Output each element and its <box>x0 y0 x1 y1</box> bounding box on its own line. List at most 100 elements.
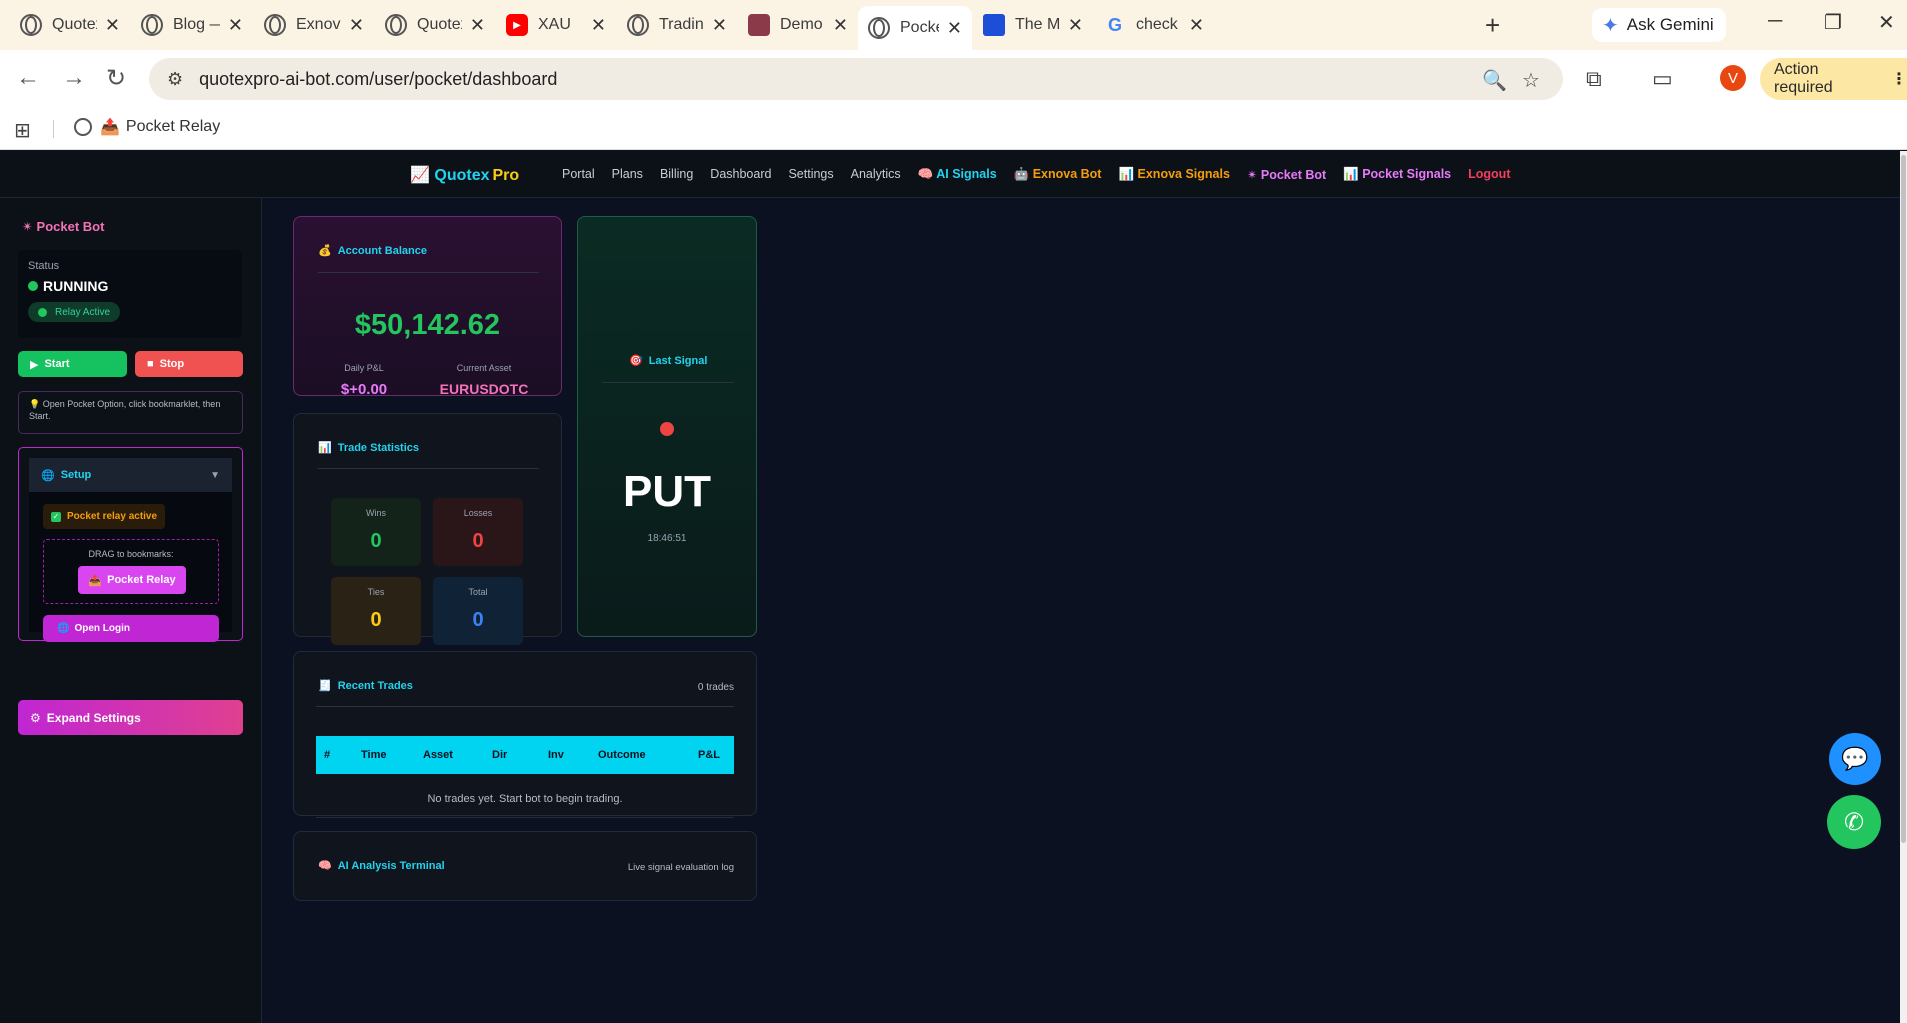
nav-link[interactable]: Dashboard <box>710 167 771 182</box>
browser-tab-bar: Quotex P✕Blog — C✕Exnova T✕Quotex P✕▶XAU… <box>0 0 1907 50</box>
close-tab-icon[interactable]: ✕ <box>228 15 243 36</box>
ties-value: 0 <box>370 609 382 631</box>
column-header: Asset <box>423 749 453 761</box>
browser-tab[interactable]: Quotex P✕ <box>375 8 495 42</box>
browser-tab[interactable]: ▶ XAU ✕ <box>496 8 616 42</box>
action-required-button[interactable]: Action required ⋮ <box>1760 58 1907 100</box>
column-header: Inv <box>548 749 564 761</box>
scrollbar-thumb[interactable] <box>1901 155 1906 843</box>
losses-label: Losses <box>463 508 493 518</box>
ties-label: Ties <box>367 587 385 597</box>
nav-link[interactable]: Settings <box>788 167 833 182</box>
zoom-icon[interactable]: 🔍 <box>1482 68 1507 93</box>
page-scrollbar[interactable] <box>1900 151 1907 1023</box>
globe-icon <box>264 14 286 36</box>
brand-logo[interactable]: 📈 Quotex Pro <box>410 165 519 185</box>
minimize-icon[interactable]: ─ <box>1768 10 1782 33</box>
relay-active-badge: Relay Active <box>28 302 121 322</box>
relay-icon: 📤 <box>100 119 120 136</box>
browser-tab[interactable]: Demo tr✕ <box>738 8 858 42</box>
browser-tab[interactable]: Gcheck in✕ <box>1094 8 1214 42</box>
close-tab-icon[interactable]: ✕ <box>947 18 962 39</box>
site-info-icon[interactable]: ⚙ <box>167 69 183 90</box>
setup-toggle[interactable]: 🌐 Setup ▼ <box>29 458 232 492</box>
drag-label: DRAG to bookmarks: <box>88 549 174 559</box>
close-window-icon[interactable]: ✕ <box>1878 10 1895 35</box>
browser-tab[interactable]: Quotex P✕ <box>10 8 130 42</box>
browser-tab[interactable]: The Mos✕ <box>973 8 1093 42</box>
nav-link[interactable]: 📊 Pocket Signals <box>1343 167 1451 182</box>
wins-label: Wins <box>366 508 386 518</box>
close-tab-icon[interactable]: ✕ <box>1189 15 1204 36</box>
close-tab-icon[interactable]: ✕ <box>833 15 848 36</box>
apps-grid-icon[interactable]: ⊞ <box>14 118 31 143</box>
nav-link[interactable]: 🤖 Exnova Bot <box>1014 167 1102 182</box>
forward-icon[interactable]: → <box>62 64 86 92</box>
expand-settings-button[interactable]: ⚙ Expand Settings <box>18 700 243 735</box>
globe-icon <box>868 17 890 39</box>
extensions-icon[interactable]: ⧉ <box>1586 66 1602 92</box>
browser-tab[interactable]: Pocket C✕ <box>858 6 972 50</box>
start-button[interactable]: ▶ Start <box>18 351 127 377</box>
url-input[interactable]: ⚙ quotexpro-ai-bot.com/user/pocket/dashb… <box>149 58 1563 100</box>
close-tab-icon[interactable]: ✕ <box>591 15 606 36</box>
bookmark-pocket-relay[interactable]: 📤 Pocket Relay <box>74 117 220 137</box>
chat-icon: 💬 <box>1841 746 1869 771</box>
losses-value: 0 <box>472 530 484 552</box>
back-icon[interactable]: ← <box>16 64 40 92</box>
browser-tab[interactable]: Blog — C✕ <box>131 8 253 42</box>
restore-icon[interactable]: ❐ <box>1824 10 1842 35</box>
signal-time: 18:46:51 <box>647 533 687 544</box>
sidebar-title: ✴ Pocket Bot <box>22 219 105 234</box>
current-asset-value: EURUSDOTC <box>439 381 529 397</box>
nav-link[interactable]: Portal <box>562 167 595 182</box>
whatsapp-button[interactable]: ✆ <box>1827 795 1881 849</box>
address-bar-row: ← → ↻ ⚙ quotexpro-ai-bot.com/user/pocket… <box>0 50 1907 108</box>
brain-icon: 🧠 <box>318 860 332 872</box>
total-label: Total <box>468 587 488 597</box>
balance-amount: $50,142.62 <box>354 309 501 341</box>
reload-icon[interactable]: ↻ <box>106 64 126 93</box>
browser-tab[interactable]: Trading✕ <box>617 8 737 42</box>
nav-link[interactable]: Billing <box>660 167 693 182</box>
more-menu-icon[interactable]: ⋮ <box>1891 69 1907 89</box>
open-login-button[interactable]: 🌐 Open Login <box>43 615 219 642</box>
new-tab-button[interactable]: + <box>1485 10 1500 41</box>
bookmark-star-icon[interactable]: ☆ <box>1522 68 1540 93</box>
stop-button[interactable]: ■ Stop <box>135 351 243 377</box>
profile-avatar[interactable]: V <box>1720 65 1746 91</box>
close-tab-icon[interactable]: ✕ <box>712 15 727 36</box>
close-tab-icon[interactable]: ✕ <box>349 15 364 36</box>
lightbulb-icon: 💡 <box>29 399 41 409</box>
nav-link[interactable]: Plans <box>612 167 643 182</box>
card-title: 🎯 Last Signal <box>629 354 708 368</box>
close-tab-icon[interactable]: ✕ <box>105 15 120 36</box>
nav-link[interactable]: 📊 Exnova Signals <box>1118 167 1229 182</box>
ask-gemini-button[interactable]: ✦ Ask Gemini <box>1592 8 1726 42</box>
divider <box>53 120 54 138</box>
divider <box>316 817 734 818</box>
relay-dot-icon <box>38 307 47 317</box>
nav-link[interactable]: Logout <box>1468 167 1510 182</box>
browser-tab[interactable]: Exnova T✕ <box>254 8 374 42</box>
nav-link[interactable]: Analytics <box>851 167 901 182</box>
tab-search-icon[interactable]: ▭ <box>1652 66 1673 92</box>
stop-icon: ■ <box>147 358 154 370</box>
ai-analysis-card: 🧠 AI Analysis Terminal Live signal evalu… <box>293 831 757 901</box>
globe-icon <box>20 14 42 36</box>
empty-trades-message: No trades yet. Start bot to begin tradin… <box>427 793 623 805</box>
wins-stat: Wins 0 <box>331 498 421 566</box>
check-icon: ✓ <box>51 511 61 522</box>
close-tab-icon[interactable]: ✕ <box>470 15 485 36</box>
close-tab-icon[interactable]: ✕ <box>1068 15 1083 36</box>
pocket-relay-bookmarklet[interactable]: 📤 Pocket Relay <box>78 566 186 594</box>
globe-icon: 🌐 <box>41 469 55 482</box>
divider <box>318 468 539 469</box>
ties-stat: Ties 0 <box>331 577 421 645</box>
current-asset-label: Current Asset <box>456 363 512 373</box>
chat-bubble-button[interactable]: 💬 <box>1829 733 1881 785</box>
nav-link[interactable]: ✴ Pocket Bot <box>1247 167 1326 182</box>
hex-icon <box>748 14 770 36</box>
column-header: # <box>324 749 331 761</box>
nav-link[interactable]: 🧠 AI Signals <box>918 167 997 182</box>
